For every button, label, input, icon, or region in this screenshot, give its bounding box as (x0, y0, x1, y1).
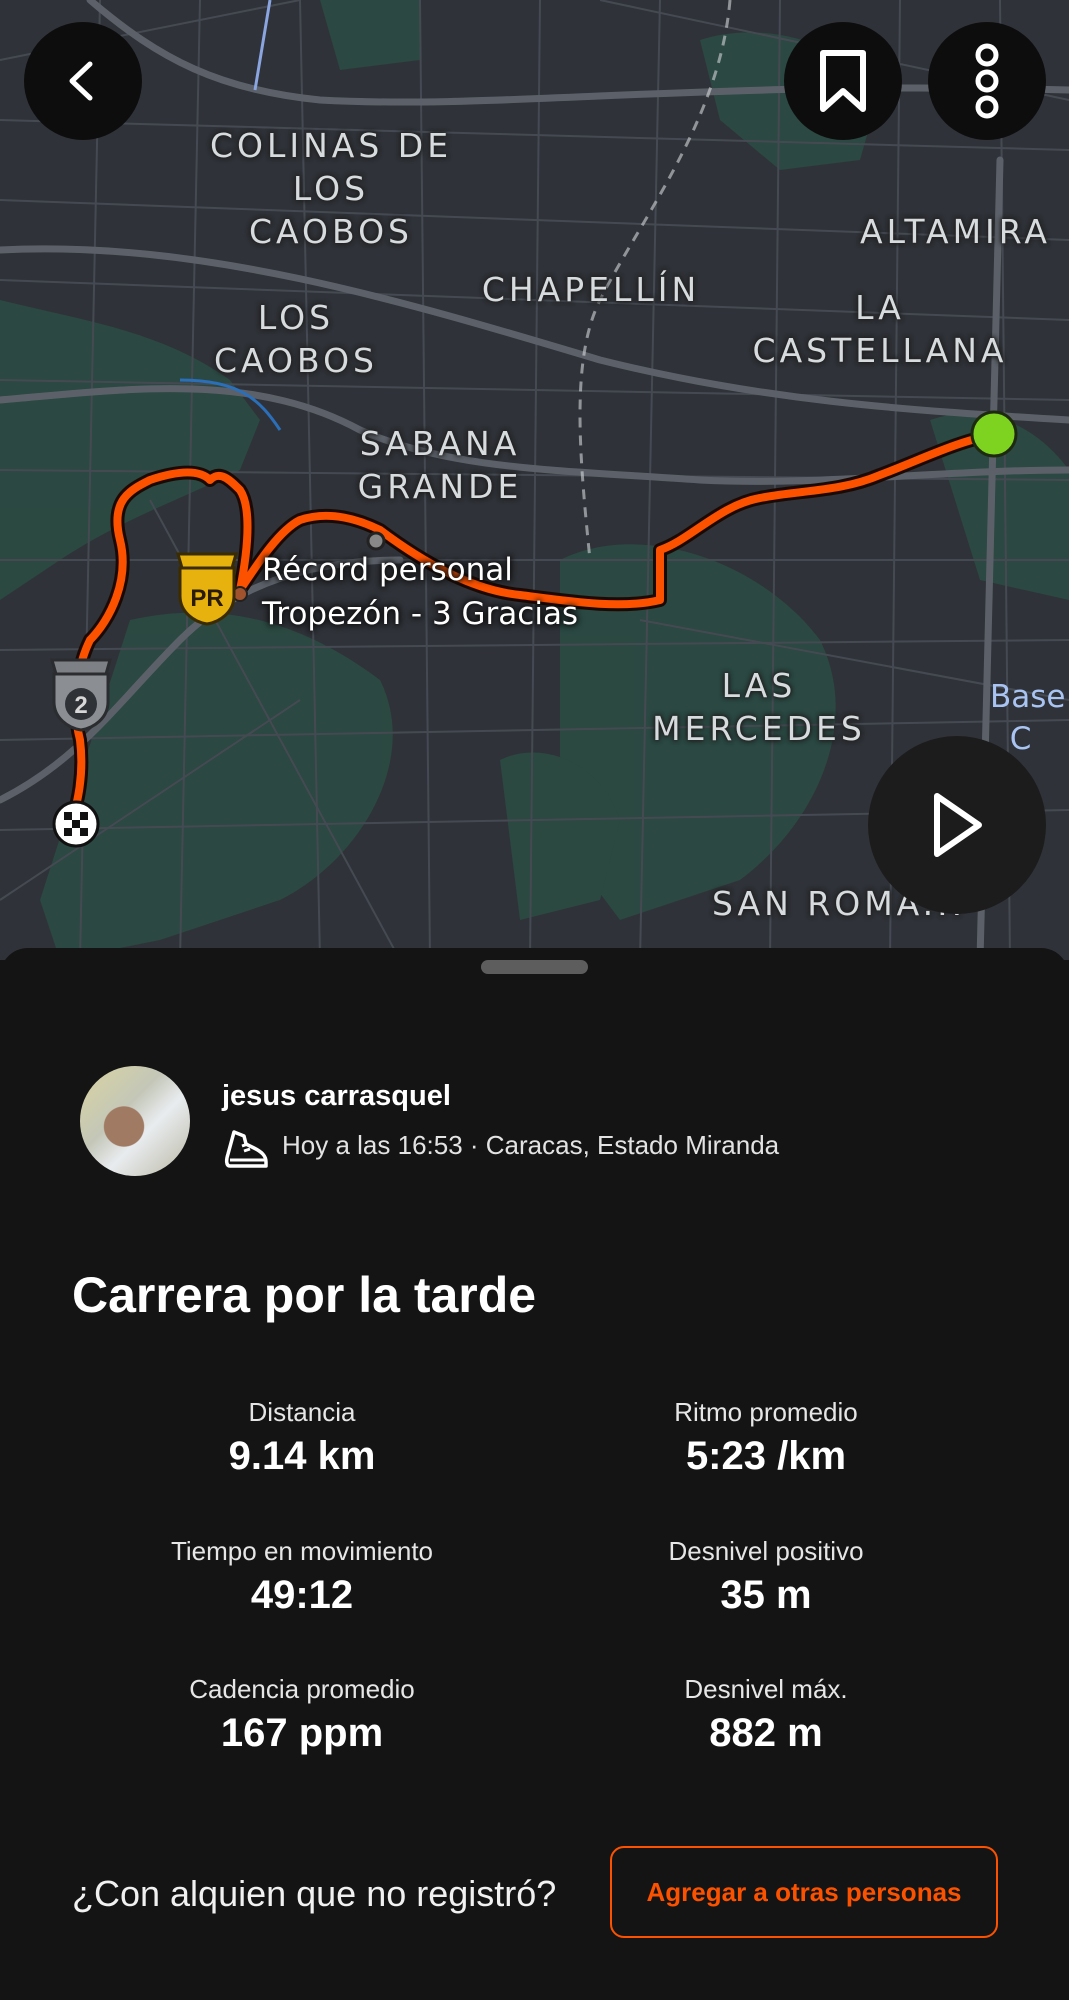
checkered-flag-icon (52, 800, 100, 848)
stat-value: 49:12 (250, 1573, 354, 1617)
athlete-name[interactable]: jesus carrasquel (222, 1080, 451, 1113)
medal-icon[interactable]: 2 (46, 654, 116, 732)
drag-handle[interactable] (481, 960, 588, 974)
map-label-los-caobos: LOS CAOBOS (214, 298, 378, 380)
stat-label: Desnivel positivo (668, 1536, 864, 1566)
add-others-button[interactable]: Agregar a otras personas (610, 1846, 998, 1938)
avatar[interactable] (80, 1066, 190, 1176)
stat-cadence: Cadencia promedio 167 ppm (92, 1671, 512, 1759)
pr-segment-label[interactable]: Récord personal Tropezón - 3 Gracias (262, 548, 578, 636)
activity-title: Carrera por la tarde (72, 1267, 537, 1323)
stat-value: 167 ppm (220, 1711, 384, 1755)
more-options-button[interactable] (928, 22, 1046, 140)
play-icon (934, 793, 982, 857)
start-marker (970, 410, 1018, 458)
stat-max-elevation: Desnivel máx. 882 m (556, 1671, 976, 1759)
activity-sheet: jesus carrasquel Hoy a las 16:53 · Carac… (0, 948, 1069, 2000)
route-map[interactable]: PR 2 COLINAS DE LOS CAOBOS CHAPELLÍN ALT… (0, 0, 1069, 960)
stat-label: Distancia (248, 1397, 356, 1427)
map-label-sabana-grande: SABANA GRANDE (357, 424, 523, 506)
stat-distance: Distancia 9.14 km (92, 1394, 512, 1482)
map-label-la-castellana: LA CASTELLANA (752, 288, 1008, 370)
svg-text:PR: PR (190, 585, 223, 612)
activity-meta: Hoy a las 16:53 · Caracas, Estado Mirand… (282, 1130, 780, 1160)
stat-label: Tiempo en movimiento (170, 1536, 434, 1566)
stat-moving-time: Tiempo en movimiento 49:12 (92, 1533, 512, 1621)
play-flyover-button[interactable] (868, 736, 1046, 914)
stat-value: 5:23 /km (685, 1434, 847, 1478)
map-label-colinas: COLINAS DE LOS CAOBOS (209, 126, 453, 251)
chevron-left-icon (69, 61, 93, 101)
svg-text:2: 2 (74, 692, 87, 719)
bookmark-button[interactable] (784, 22, 902, 140)
stat-label: Ritmo promedio (674, 1397, 858, 1427)
stat-value: 882 m (709, 1711, 823, 1755)
stat-pace: Ritmo promedio 5:23 /km (556, 1394, 976, 1482)
pr-badge-icon[interactable]: PR (172, 548, 242, 626)
stat-label: Cadencia promedio (189, 1674, 415, 1704)
stat-value: 35 m (720, 1573, 812, 1617)
more-vertical-icon (975, 43, 999, 119)
map-label-altamira: ALTAMIRA (860, 212, 1051, 251)
running-shoe-icon (224, 1130, 268, 1168)
stat-elevation-gain: Desnivel positivo 35 m (556, 1533, 976, 1621)
stat-label: Desnivel máx. (684, 1674, 848, 1704)
back-button[interactable] (24, 22, 142, 140)
stat-value: 9.14 km (228, 1434, 376, 1478)
map-label-las-mercedes: LAS MERCEDES (652, 666, 866, 748)
unrecorded-companion-prompt: ¿Con alquien que no registró? (72, 1873, 557, 1914)
map-label-chapellin: CHAPELLÍN (481, 270, 701, 309)
bookmark-icon (820, 50, 866, 112)
